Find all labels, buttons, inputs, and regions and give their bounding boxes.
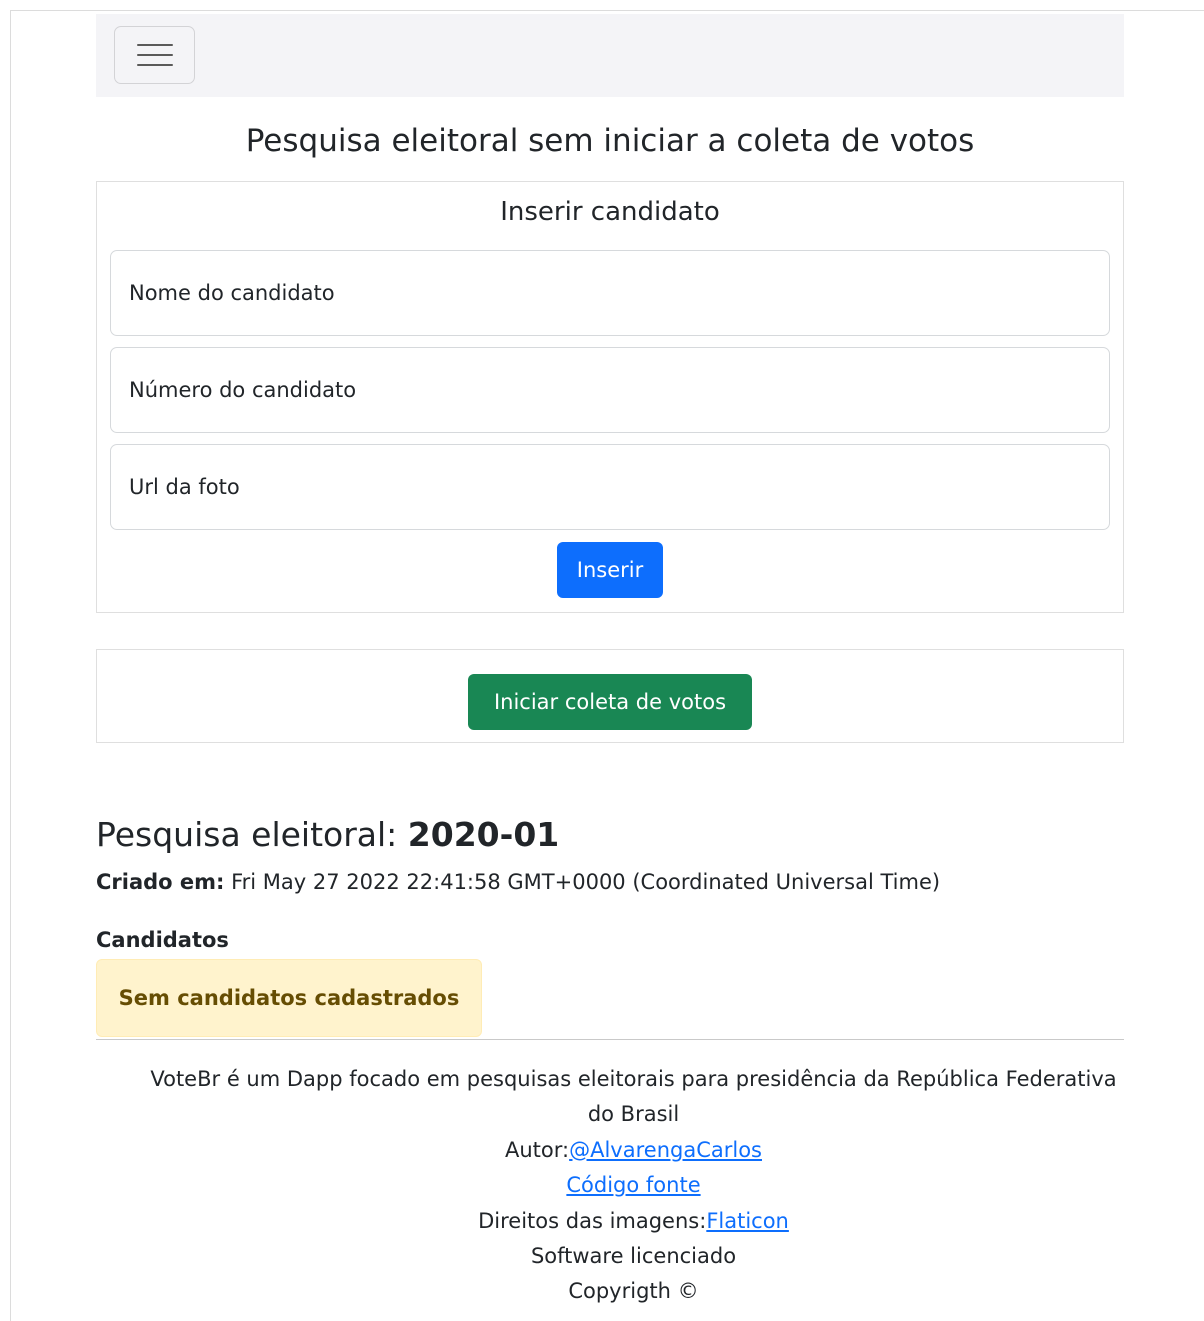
footer-copyright: Copyrigth © <box>568 1279 699 1304</box>
photo-url-placeholder: Url da foto <box>129 475 240 499</box>
candidate-name-input[interactable]: Nome do candidato <box>110 250 1110 336</box>
survey-title: Pesquisa eleitoral: 2020-01 <box>96 743 1124 855</box>
no-candidates-alert: Sem candidatos cadastrados <box>96 959 482 1037</box>
candidate-name-placeholder: Nome do candidato <box>129 281 335 305</box>
footer-description: VoteBr é um Dapp focado em pesquisas ele… <box>150 1067 1117 1127</box>
survey-id: 2020-01 <box>407 815 560 854</box>
author-label: Autor: <box>505 1137 570 1162</box>
page-title: Pesquisa eleitoral sem iniciar a coleta … <box>245 123 975 159</box>
footer-source: Código fonte <box>96 1168 1171 1203</box>
start-voting-button[interactable]: Iniciar coleta de votos <box>468 674 752 730</box>
navbar-toggle-button[interactable] <box>114 26 195 84</box>
source-code-link[interactable]: Código fonte <box>566 1173 700 1197</box>
footer-images: Direitos das imagens:Flaticon <box>96 1204 1171 1239</box>
candidate-number-input[interactable]: Número do candidato <box>110 347 1110 433</box>
author-link[interactable]: @AlvarengaCarlos <box>569 1138 762 1162</box>
insert-candidate-card: Inserir candidato Nome do candidato Núme… <box>96 181 1124 613</box>
insert-button[interactable]: Inserir <box>557 542 663 598</box>
footer: VoteBr é um Dapp focado em pesquisas ele… <box>96 1040 1171 1310</box>
footer-license: Software licenciado <box>530 1244 737 1269</box>
insert-button-row: Inserir <box>110 542 1110 598</box>
footer-author: Autor:@AlvarengaCarlos <box>96 1133 1171 1168</box>
created-label: Criado em: <box>96 870 225 894</box>
photo-url-input[interactable]: Url da foto <box>110 444 1110 530</box>
hamburger-menu-icon <box>136 44 173 46</box>
created-at: Criado em: Fri May 27 2022 22:41:58 GMT+… <box>96 867 1124 897</box>
start-voting-card: Iniciar coleta de votos <box>96 649 1124 743</box>
hamburger-menu-icon-bar <box>136 64 173 66</box>
navbar <box>96 14 1124 97</box>
hamburger-menu-icon-bar <box>136 54 173 56</box>
insert-candidate-heading: Inserir candidato <box>500 197 720 227</box>
candidate-number-placeholder: Número do candidato <box>129 378 357 402</box>
flaticon-link[interactable]: Flaticon <box>706 1209 789 1233</box>
images-label: Direitos das imagens: <box>478 1208 707 1233</box>
created-value: Fri May 27 2022 22:41:58 GMT+0000 (Coord… <box>224 870 941 894</box>
candidates-heading: Candidatos <box>96 928 229 952</box>
main-container: Pesquisa eleitoral sem iniciar a coleta … <box>96 14 1124 1310</box>
survey-title-prefix: Pesquisa eleitoral: <box>96 815 408 854</box>
